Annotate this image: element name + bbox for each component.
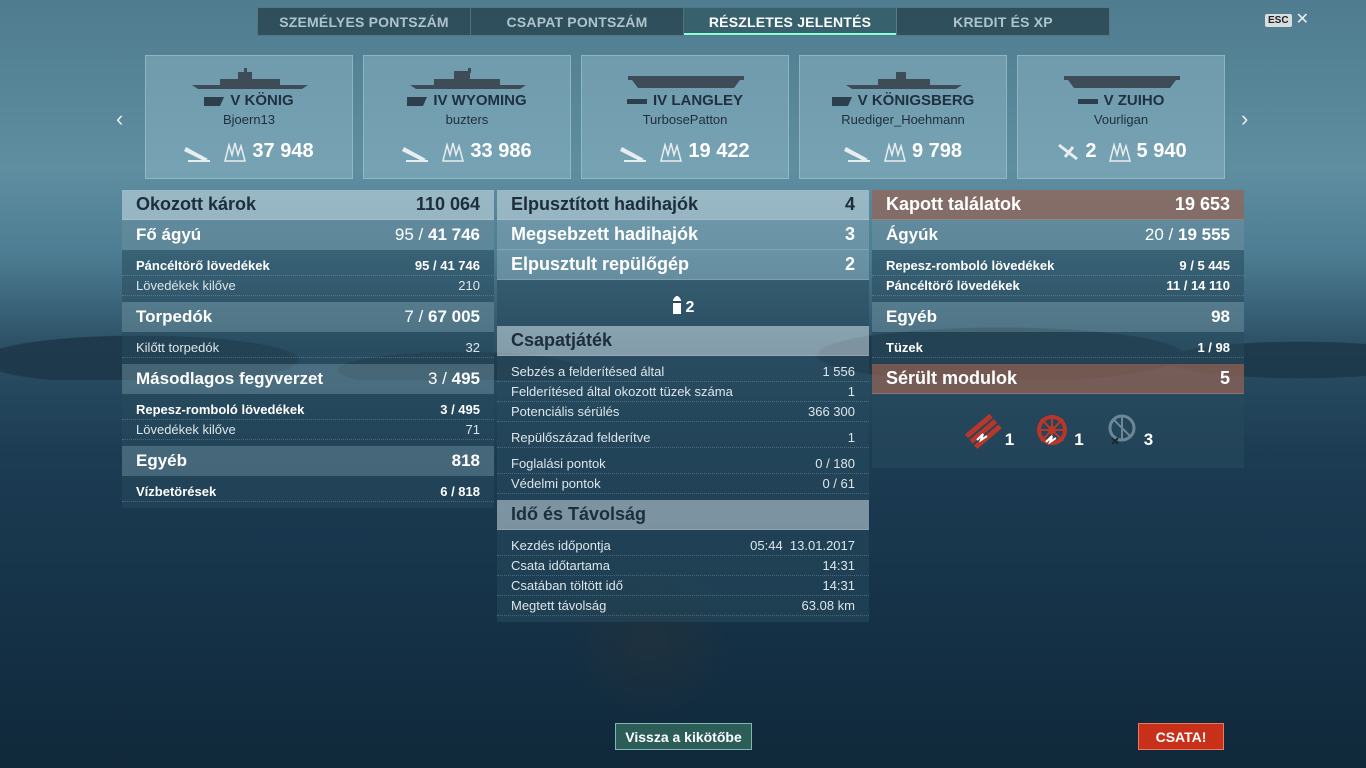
player-name: Bjoern13	[222, 112, 276, 127]
steering-gear-icon	[1037, 415, 1068, 445]
flooding-row: Vízbetörések 6 / 818	[122, 482, 494, 502]
player-name: Ruediger_Hoehmann	[841, 112, 965, 127]
battle-duration-row: Csata időtartama 14:31	[497, 556, 869, 576]
module-item: 3	[1102, 412, 1153, 450]
main-battery-row: Fő ágyú 95 / 41 746	[122, 220, 494, 250]
damage-received-panel: Kapott találatok 19 653 Ágyúk 20 / 19 555 …	[872, 190, 1244, 468]
damaged-ships-row: Megsebzett hadihajók 3	[497, 220, 869, 250]
ribbon-summary: 2	[497, 280, 869, 326]
damage-value: 5 940	[1136, 140, 1187, 162]
damage-icon	[884, 141, 906, 162]
damaged-modules-list: 1 1 3	[872, 394, 1244, 468]
prev-arrow-icon[interactable]: ‹	[116, 106, 123, 132]
next-arrow-icon[interactable]: ›	[1241, 106, 1248, 132]
damage-dealt-panel: Okozott károk 110 064 Fő ágyú 95 / 41 746 …	[122, 190, 494, 508]
player-name: Vourligan	[1093, 112, 1149, 127]
module-item: 1	[1032, 412, 1084, 450]
battleship-icon	[204, 96, 225, 106]
damage-dealt-header: Okozott károk 110 064	[122, 190, 494, 220]
damage-icon	[660, 141, 683, 162]
tab-team-score[interactable]: CSAPAT PONTSZÁM	[471, 8, 684, 35]
ship-cards: V KÖNIG Bjoern13 37 948 IV WYOMING buzte…	[145, 55, 1225, 179]
player-name: buzters	[445, 112, 489, 127]
damage-icon	[224, 141, 247, 162]
carrier-icon	[626, 98, 647, 104]
torpedoes-fired-row: Kilőtt torpedók 32	[122, 338, 494, 358]
destroyed-ships-row: Elpusztított hadihajók 4	[497, 190, 869, 220]
damage-value: 37 948	[252, 140, 314, 162]
carrier-icon	[1077, 98, 1098, 104]
ship-silhouette-icon	[1064, 76, 1180, 88]
teamplay-header: Csapatjáték	[497, 326, 869, 356]
damage-value: 33 986	[470, 140, 532, 162]
ship-name: IV WYOMING	[364, 92, 570, 109]
ap-shells-row: Páncéltörő lövedékek 95 / 41 746	[122, 256, 494, 276]
ap-received-row: Páncéltörő lövedékek 11 / 14 110	[872, 276, 1244, 296]
planes-destroyed-icon	[1058, 143, 1079, 160]
secondary-armament-row: Másodlagos fegyverzet 3 / 495	[122, 364, 494, 394]
tab-credits-xp[interactable]: KREDIT ÉS XP	[897, 8, 1109, 35]
battle-summary-panel: Elpusztított hadihajók 4 Megsebzett hadih…	[497, 190, 869, 622]
he-shells-row: Repesz-romboló lövedékek 3 / 495	[122, 400, 494, 420]
sunk-ships-icon	[620, 141, 648, 163]
he-received-row: Repesz-romboló lövedékek 9 / 5 445	[872, 256, 1244, 276]
potential-damage-row: Potenciális sérülés 366 300	[497, 402, 869, 422]
spotting-damage-row: Sebzés a felderítésed által 1 556	[497, 362, 869, 382]
time-in-battle-row: Csatában töltött idő 14:31	[497, 576, 869, 596]
ship-silhouette-icon	[628, 76, 744, 88]
guns-received-row: Ágyúk 20 / 19 555	[872, 220, 1244, 250]
ship-card[interactable]: V KÖNIG Bjoern13 37 948	[145, 55, 353, 179]
ship-card[interactable]: IV LANGLEY TurbosePatton 19 422	[581, 55, 789, 179]
torpedoes-row: Torpedók 7 / 67 005	[122, 302, 494, 332]
spotting-fires-row: Felderítésed által okozott tüzek száma 1	[497, 382, 869, 402]
ship-name: V KÖNIGSBERG	[800, 92, 1006, 109]
tab-bar: SZEMÉLYES PONTSZÁM CSAPAT PONTSZÁM RÉSZL…	[257, 7, 1110, 36]
ship-silhouette-icon	[846, 72, 962, 89]
esc-key: ESC	[1265, 13, 1292, 27]
close-icon[interactable]: ✕	[1296, 12, 1309, 28]
shell-ribbon-icon	[672, 296, 681, 314]
other-damage-row: Egyéb 818	[122, 446, 494, 476]
torpedo-tubes-icon	[964, 413, 1002, 449]
distance-travelled-row: Megtett távolság 63.08 km	[497, 596, 869, 616]
secondary-shells-fired-row: Lövedékek kilőve 71	[122, 420, 494, 440]
aa-gun-icon	[1108, 414, 1136, 445]
ship-card[interactable]: IV WYOMING buzters 33 986	[363, 55, 571, 179]
sunk-ships-icon	[843, 141, 872, 163]
ship-silhouette-icon	[192, 68, 308, 89]
module-item: 1	[963, 412, 1014, 450]
player-name: TurbosePatton	[642, 112, 728, 127]
battleship-icon	[407, 96, 428, 106]
squadrons-spotted-row: Repülőszázad felderítve 1	[497, 428, 869, 448]
cruiser-icon	[831, 96, 852, 106]
damage-icon	[442, 141, 465, 162]
planes-destroyed-value: 2	[1085, 140, 1097, 162]
battle-button[interactable]: CSATA!	[1138, 723, 1224, 750]
sunk-ships-icon	[402, 141, 430, 163]
damage-value: 9 798	[911, 140, 963, 162]
fires-received-row: Tüzek 1 / 98	[872, 338, 1244, 358]
time-distance-header: Idő és Távolság	[497, 500, 869, 530]
tab-personal-score[interactable]: SZEMÉLYES PONTSZÁM	[258, 8, 471, 35]
ship-card[interactable]: V KÖNIGSBERG Ruediger_Hoehmann 9 798	[799, 55, 1007, 179]
ship-silhouette-icon	[410, 68, 526, 89]
ship-name: IV LANGLEY	[582, 92, 788, 109]
ship-card[interactable]: V ZUIHO Vourligan 2 5 940	[1017, 55, 1225, 179]
damage-value: 19 422	[688, 140, 750, 162]
tab-detailed-report[interactable]: RÉSZLETES JELENTÉS	[684, 8, 897, 35]
ship-name: V ZUIHO	[1018, 92, 1224, 109]
start-time-row: Kezdés időpontja 05:44 13.01.2017	[497, 536, 869, 556]
sunk-ships-icon	[184, 141, 212, 163]
planes-destroyed-row: Elpusztult repülőgép 2	[497, 250, 869, 280]
other-received-row: Egyéb 98	[872, 302, 1244, 332]
esc-close-button[interactable]: ESC ✕	[1265, 12, 1309, 28]
ship-name: V KÖNIG	[146, 92, 352, 109]
return-to-port-button[interactable]: Vissza a kikötőbe	[615, 723, 752, 750]
damaged-modules-header: Sérült modulok 5	[872, 364, 1244, 394]
hits-received-header: Kapott találatok 19 653	[872, 190, 1244, 220]
damage-icon	[1108, 141, 1131, 162]
capture-points-row: Foglalási pontok 0 / 180	[497, 454, 869, 474]
defense-points-row: Védelmi pontok 0 / 61	[497, 474, 869, 494]
shells-fired-row: Lövedékek kilőve 210	[122, 276, 494, 296]
